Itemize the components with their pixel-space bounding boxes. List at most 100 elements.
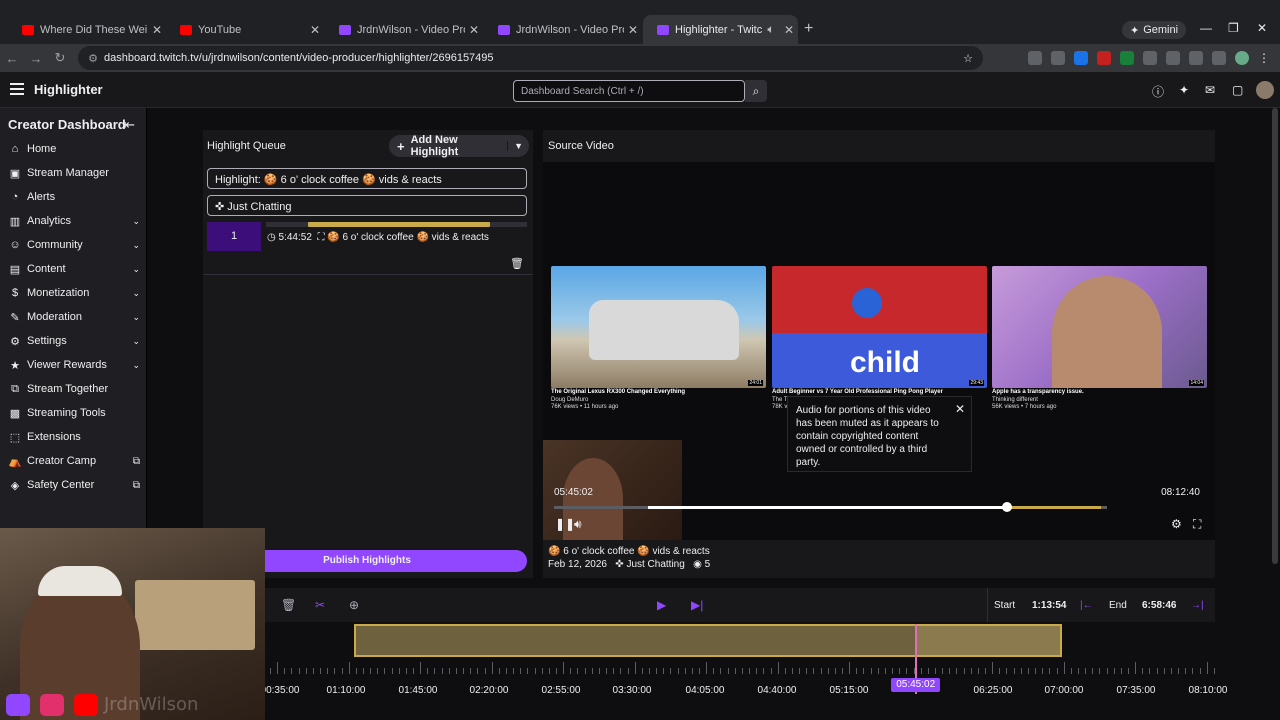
power-icon[interactable] xyxy=(1051,51,1065,65)
add-marker-icon[interactable]: ⊕ xyxy=(349,598,359,612)
queue-item-number: 1 xyxy=(207,222,261,251)
inbox-icon[interactable]: ✉ xyxy=(1205,83,1215,97)
puzzle-icon[interactable] xyxy=(1143,51,1157,65)
profile-icon[interactable] xyxy=(1235,51,1249,65)
close-tab-icon[interactable]: ✕ xyxy=(624,23,642,37)
search-icon[interactable]: ⌕ xyxy=(745,80,767,102)
close-tab-icon[interactable]: ✕ xyxy=(148,23,166,37)
add-new-highlight-button[interactable]: + Add New Highlight ▼ xyxy=(389,134,529,158)
sidebar-item[interactable]: ⌂ Home xyxy=(8,139,140,159)
timeline-tick xyxy=(598,668,600,674)
sidebar-item[interactable]: ✎ Moderation ⌄ xyxy=(8,307,140,327)
scissors-icon[interactable]: ✂ xyxy=(315,598,325,612)
volume-icon[interactable]: 🔊︎ xyxy=(574,517,582,532)
timeline-tick xyxy=(527,668,529,674)
sidebar-item[interactable]: ⛺ Creator Camp ⧉ xyxy=(8,451,140,471)
end-value[interactable]: 6:58:46 xyxy=(1142,600,1176,611)
reload-icon[interactable]: ↻ xyxy=(48,50,72,66)
extension-icon[interactable] xyxy=(1028,51,1042,65)
sidebar-item[interactable]: ⧉ Stream Together xyxy=(8,379,140,399)
sidebar-item[interactable]: ⚙ Settings ⌄ xyxy=(8,331,140,351)
dashboard-search-input[interactable]: Dashboard Search (Ctrl + /) xyxy=(513,80,745,102)
hamburger-menu-icon[interactable] xyxy=(10,83,24,95)
category-field[interactable]: ✜ Just Chatting xyxy=(207,195,527,216)
chevron-down-icon[interactable]: ▼ xyxy=(507,141,529,151)
video-scrubber[interactable] xyxy=(554,502,1107,512)
timeline-tick xyxy=(648,668,650,674)
browser-tab[interactable]: JrdnWilson - Video Producer -✕ xyxy=(484,15,642,44)
browser-tab[interactable]: JrdnWilson - Video Producer✕ xyxy=(325,15,483,44)
queue-item[interactable]: 1 ◷ 5:44:52 ⛶ 🍪 6 o' clock coffee 🍪 vids… xyxy=(207,222,527,251)
page-scrollbar[interactable] xyxy=(1272,108,1278,564)
set-end-icon[interactable]: →| xyxy=(1191,600,1204,611)
back-icon[interactable]: ← xyxy=(0,51,24,66)
close-tab-icon[interactable]: ✕ xyxy=(306,23,324,37)
chevron-down-icon[interactable]: ⌄ xyxy=(132,336,140,347)
browser-tab[interactable]: YouTube ✕ xyxy=(166,15,324,44)
timeline-tick xyxy=(813,668,815,674)
address-bar[interactable]: ⚙ dashboard.twitch.tv/u/jrdnwilson/conte… xyxy=(78,46,983,70)
sidebar-item[interactable]: ◈ Safety Center ⧉ xyxy=(8,475,140,495)
sidepanel-icon[interactable] xyxy=(1189,51,1203,65)
help-icon[interactable]: ⓘ xyxy=(1152,83,1164,100)
maximize-icon[interactable]: ❐ xyxy=(1228,21,1239,35)
play-icon[interactable]: ▶ xyxy=(657,598,666,612)
skip-to-end-icon[interactable]: ▶| xyxy=(691,598,703,612)
gemini-button[interactable]: ✦ Gemini xyxy=(1122,21,1187,39)
close-tab-icon[interactable]: ✕ xyxy=(780,23,798,37)
chevron-down-icon[interactable]: ⌄ xyxy=(132,216,140,227)
timeline-clip-range[interactable] xyxy=(354,624,1062,657)
close-tab-icon[interactable]: ✕ xyxy=(465,23,483,37)
highlight-queue-panel: Highlight Queue + Add New Highlight ▼ Hi… xyxy=(203,130,533,578)
tab-audio-icon[interactable]: 🔈︎ xyxy=(762,22,780,37)
start-value[interactable]: 1:13:54 xyxy=(1032,600,1066,611)
browser-tab[interactable]: Where Did These Weird 3D✕ xyxy=(8,15,166,44)
chevron-down-icon[interactable]: ⌄ xyxy=(132,264,140,275)
sidebar-item[interactable]: ☺ Community ⌄ xyxy=(8,235,140,255)
avatar[interactable] xyxy=(1256,81,1274,99)
close-icon[interactable]: ✕ xyxy=(955,403,965,416)
highlight-title-field[interactable]: Highlight: 🍪 6 o' clock coffee 🍪 vids & … xyxy=(207,168,527,189)
sidebar-item[interactable]: ▤ Content ⌄ xyxy=(8,259,140,279)
pause-icon[interactable]: ❚❚ xyxy=(555,517,575,531)
scrubber-handle[interactable] xyxy=(1002,502,1013,512)
close-window-icon[interactable]: ✕ xyxy=(1257,21,1267,35)
chevron-down-icon[interactable]: ⌄ xyxy=(132,240,140,251)
bookmark-star-icon[interactable]: ☆ xyxy=(963,52,973,65)
extension-icon[interactable] xyxy=(1097,51,1111,65)
settings-gear-icon[interactable]: ⚙ xyxy=(1171,517,1182,531)
chevron-down-icon[interactable]: ⌄ xyxy=(132,360,140,371)
timeline-tick xyxy=(784,668,786,674)
sidebar-item[interactable]: ⬚ Extensions xyxy=(8,427,140,447)
sidebar-item[interactable]: ★ Viewer Rewards ⌄ xyxy=(8,355,140,375)
sidebar-item[interactable]: ▣ Stream Manager xyxy=(8,163,140,183)
download-icon[interactable] xyxy=(1212,51,1226,65)
timeline-tick xyxy=(970,668,972,674)
extension-icon[interactable] xyxy=(1074,51,1088,65)
forward-icon[interactable]: → xyxy=(24,51,48,66)
timeline-tick xyxy=(284,668,286,674)
trash-icon[interactable]: 🗑 xyxy=(281,598,296,612)
site-info-icon[interactable]: ⚙ xyxy=(82,52,104,65)
sidebar-item[interactable]: $ Monetization ⌄ xyxy=(8,283,140,303)
chevron-down-icon[interactable]: ⌄ xyxy=(132,312,140,323)
trash-icon[interactable]: 🗑 xyxy=(510,257,524,270)
menu-kebab-icon[interactable]: ⋮ xyxy=(1258,51,1270,65)
sidebar-item[interactable]: ◔ Alerts xyxy=(8,187,140,207)
video-player[interactable]: 24:01 The Original Lexus RX300 Changed E… xyxy=(543,162,1215,540)
sidebar-item[interactable]: ▩ Streaming Tools xyxy=(8,403,140,423)
extension-icon[interactable] xyxy=(1120,51,1134,65)
sidebar-item[interactable]: ▥ Analytics ⌄ xyxy=(8,211,140,231)
fullscreen-icon[interactable]: ⛶ xyxy=(1193,517,1201,532)
browser-tab[interactable]: Highlighter - Twitch 🔈︎ ✕ xyxy=(643,15,798,44)
new-tab-button[interactable]: + xyxy=(804,20,813,38)
set-start-icon[interactable]: |← xyxy=(1080,600,1093,611)
whispers-icon[interactable]: ▢ xyxy=(1232,83,1243,97)
sidebar-item-label: Analytics xyxy=(27,215,72,227)
star-icon[interactable] xyxy=(1166,51,1180,65)
collapse-sidebar-icon[interactable]: ⇤ xyxy=(124,117,135,133)
minimize-icon[interactable]: — xyxy=(1200,21,1212,35)
chevron-down-icon[interactable]: ⌄ xyxy=(132,288,140,299)
sparkle-icon[interactable]: ✦ xyxy=(1179,83,1189,97)
timeline-tick xyxy=(420,662,422,674)
